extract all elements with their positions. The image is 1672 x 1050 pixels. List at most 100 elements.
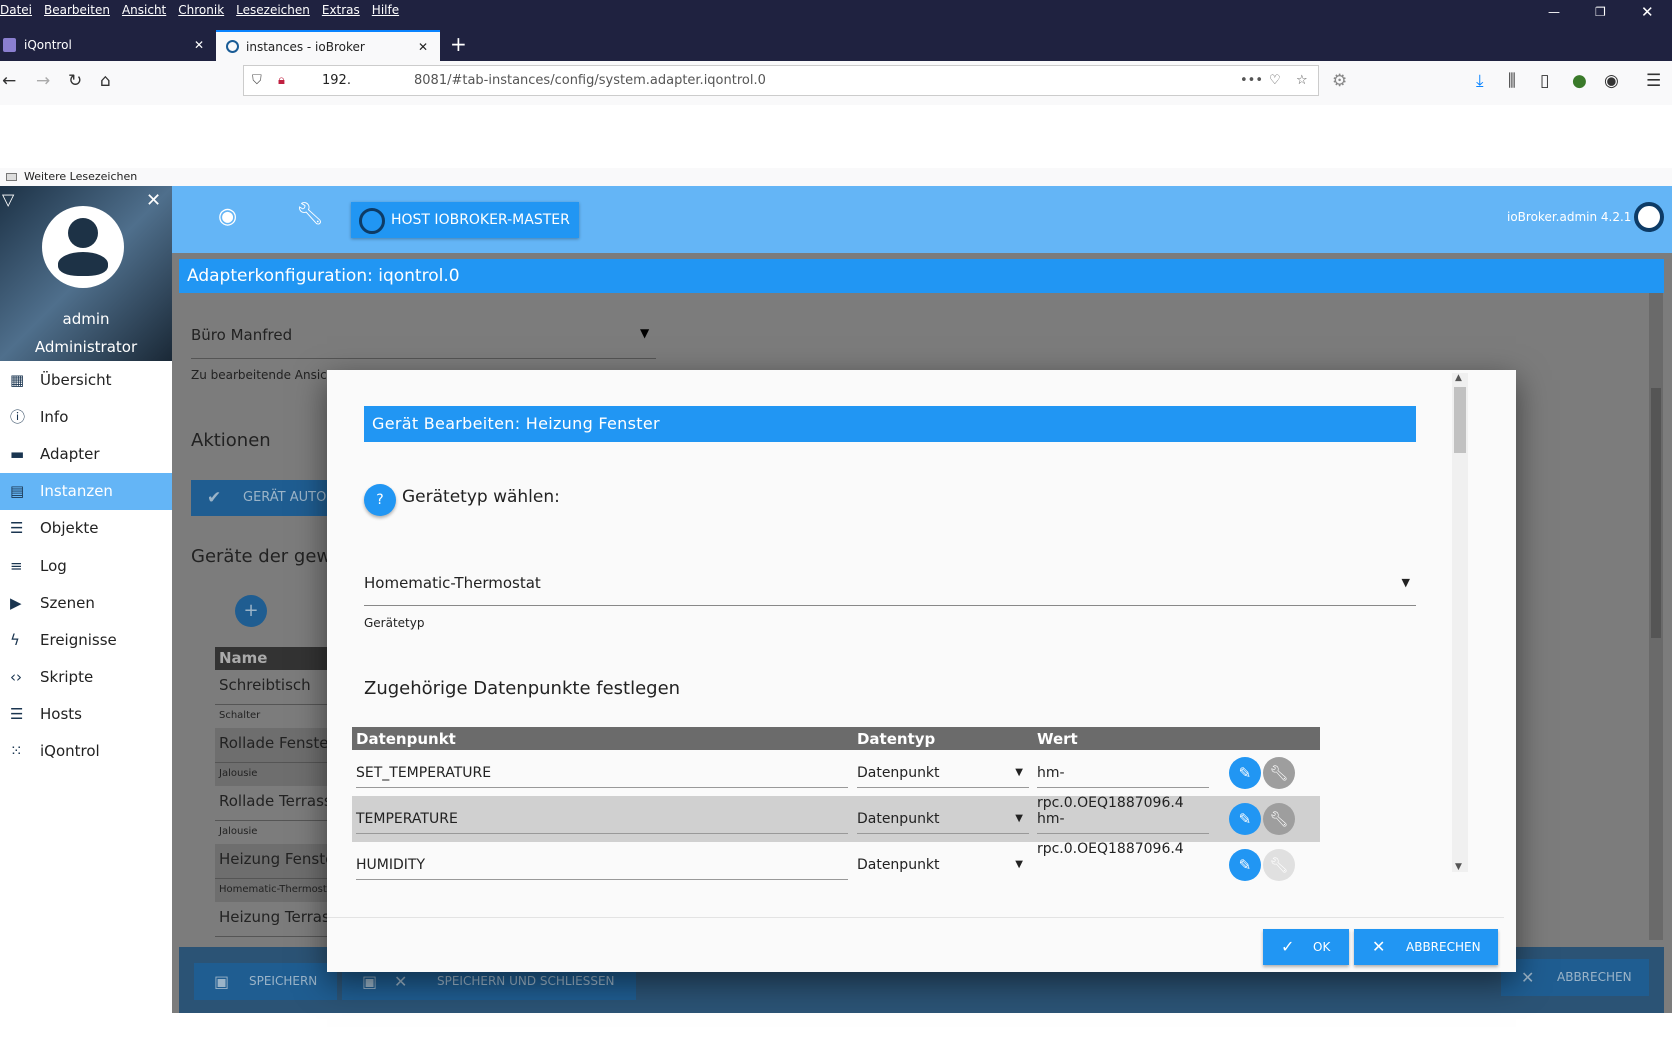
datatype-select[interactable]: Datenpunkt ▼ <box>856 758 1029 788</box>
shield-icon[interactable]: ⛉ <box>252 66 262 95</box>
ok-button[interactable]: ✓ OK <box>1263 929 1349 965</box>
close-icon: ✕ <box>1521 968 1535 987</box>
menu-datei[interactable]: Datei <box>0 0 32 20</box>
edit-pencil-icon[interactable]: ✎ <box>1228 757 1261 789</box>
insecure-lock-icon[interactable]: 🔒︎ <box>278 66 285 95</box>
scenes-icon: ▶ <box>10 593 22 612</box>
sidebar-item-hosts[interactable]: ☰ Hosts <box>0 696 172 733</box>
iobroker-logo-icon[interactable] <box>1634 202 1664 232</box>
cancel-button[interactable]: ✕ ABBRECHEN <box>1501 959 1649 996</box>
extension-icon[interactable]: ● <box>1572 71 1587 91</box>
version-label: ioBroker.admin 4.2.1 <box>1507 210 1632 224</box>
view-select[interactable]: Büro Manfred <box>191 326 292 344</box>
scroll-down-icon[interactable]: ▼ <box>1455 862 1462 872</box>
sidebar-icon[interactable]: ▯ <box>1540 71 1549 91</box>
value-field[interactable] <box>1037 850 1209 880</box>
edit-pencil-icon[interactable]: ✎ <box>1228 803 1261 835</box>
more-actions-icon[interactable]: ••• <box>1240 66 1263 95</box>
back-icon[interactable]: ← <box>2 71 16 91</box>
sidebar-item-label: Hosts <box>40 704 82 723</box>
datapoint-name-field[interactable]: HUMIDITY <box>356 850 848 880</box>
menu-extras[interactable]: Extras <box>322 0 360 20</box>
new-tab-icon[interactable]: + <box>450 32 467 56</box>
dialog-cancel-button[interactable]: ✕ ABBRECHEN <box>1354 929 1498 965</box>
help-icon[interactable]: ? <box>364 484 396 516</box>
sidebar-item-log[interactable]: ≡ Log <box>0 548 172 585</box>
tab-instances[interactable]: instances - ioBroker ✕ <box>216 30 440 61</box>
download-icon[interactable]: ⤓ <box>1476 71 1484 91</box>
datapoint-name-field[interactable]: SET_TEMPERATURE <box>356 758 848 788</box>
wrench-icon[interactable]: 🔧︎ <box>1262 849 1295 881</box>
menu-chronik[interactable]: Chronik <box>178 0 224 20</box>
scroll-up-icon[interactable]: ▲ <box>1455 373 1462 383</box>
user-profile: ▽ ✕ admin Administrator <box>0 186 172 361</box>
datatype-select[interactable]: Datenpunkt ▼ <box>857 850 1029 880</box>
sidebar-item-info[interactable]: ⓘ Info <box>0 399 172 436</box>
device-name: Rollade Terrasse <box>219 792 341 810</box>
tab-iqontrol[interactable]: iQontrol ✕ <box>0 30 216 61</box>
eye-icon[interactable]: ◉ <box>218 204 237 229</box>
home-icon[interactable]: ⌂ <box>100 71 111 91</box>
edit-pencil-icon[interactable]: ✎ <box>1228 849 1261 881</box>
hamburger-menu-icon[interactable]: ☰ <box>1646 71 1661 91</box>
close-sidebar-icon[interactable]: ✕ <box>146 190 161 211</box>
chevron-down-icon[interactable]: ▼ <box>640 326 649 340</box>
add-device-button[interactable]: + <box>235 595 267 627</box>
bookmark-star-icon[interactable]: ☆ <box>1296 66 1308 95</box>
url-bar[interactable]: ⛉ 🔒︎ 192. 8081/#tab-instances/config/sys… <box>243 65 1319 96</box>
device-type-label: Gerätetyp <box>364 616 425 630</box>
minimize-icon[interactable]: — <box>1548 2 1560 22</box>
sidebar-item-übersicht[interactable]: ▦ Übersicht <box>0 362 172 399</box>
sidebar-item-adapter[interactable]: ▬ Adapter <box>0 436 172 473</box>
device-row[interactable]: Heizung Fenste Homematic-Thermosta <box>215 844 335 902</box>
sidebar-item-iqontrol[interactable]: ⁙ iQontrol <box>0 733 172 770</box>
wrench-icon[interactable]: 🔧︎ <box>1262 803 1295 835</box>
tab-label: instances - ioBroker <box>246 40 365 54</box>
tab-label: iQontrol <box>24 38 72 52</box>
device-type-value: Homematic-Thermostat <box>364 574 541 592</box>
menu-lesezeichen[interactable]: Lesezeichen <box>236 0 310 20</box>
sidebar-item-szenen[interactable]: ▶ Szenen <box>0 585 172 622</box>
host-button[interactable]: HOST IOBROKER-MASTER <box>351 202 579 238</box>
close-window-icon[interactable]: ✕ <box>1641 2 1654 22</box>
account-icon[interactable]: ◉ <box>1604 71 1619 91</box>
menu-hilfe[interactable]: Hilfe <box>372 0 399 20</box>
bookmark-folder[interactable]: Weitere Lesezeichen <box>24 170 137 183</box>
library-icon[interactable]: ⫼ <box>1508 71 1516 91</box>
sidebar-item-objekte[interactable]: ☰ Objekte <box>0 510 172 547</box>
user-name: admin <box>62 310 110 328</box>
wrench-icon[interactable]: 🔧︎ <box>296 202 324 227</box>
close-tab-icon[interactable]: ✕ <box>418 32 428 63</box>
iobroker-favicon-icon <box>226 40 239 53</box>
list-icon: ☰ <box>10 519 24 538</box>
sidebar-item-ereignisse[interactable]: ϟ Ereignisse <box>0 622 172 659</box>
device-row[interactable]: Schreibtisch Schalter <box>215 670 335 728</box>
sidebar-item-instanzen[interactable]: ▤ Instanzen <box>0 473 172 511</box>
device-row[interactable]: Rollade Terrasse Jalousie <box>215 786 341 844</box>
reload-icon[interactable]: ↻ <box>68 71 82 91</box>
save-button[interactable]: ▣ SPEICHERN <box>194 963 337 1000</box>
datapoint-name-field[interactable]: TEMPERATURE <box>356 804 848 834</box>
forward-icon[interactable]: → <box>36 71 50 91</box>
menu-bearbeiten[interactable]: Bearbeiten <box>44 0 110 20</box>
settings-gear-icon[interactable]: ⚙ <box>1332 71 1347 91</box>
wrench-icon[interactable]: 🔧︎ <box>1262 757 1295 789</box>
close-tab-icon[interactable]: ✕ <box>194 30 204 61</box>
pocket-icon[interactable]: ♡ <box>1269 66 1281 95</box>
page-scrollbar[interactable] <box>1649 293 1663 940</box>
floppy-icon: ▣ <box>214 972 230 991</box>
device-auto-button[interactable]: ✔ GERÄT AUTO <box>191 480 341 516</box>
value-field[interactable]: hm-rpc.0.OEQ1887096.4 <box>1036 804 1209 857</box>
menu-ansicht[interactable]: Ansicht <box>122 0 166 20</box>
dialog-scrollbar[interactable]: ▲ ▼ <box>1452 373 1468 872</box>
device-type-select[interactable]: Homematic-Thermostat ▼ <box>364 570 1416 606</box>
adapter-config-title: Adapterkonfiguration: iqontrol.0 <box>179 259 1664 293</box>
col-actions <box>1212 727 1320 750</box>
sidebar-item-skripte[interactable]: ‹› Skripte <box>0 659 172 696</box>
device-row[interactable]: Rollade Fenster Jalousie <box>215 728 335 786</box>
device-name: Heizung Terrass <box>219 908 338 926</box>
value-field[interactable]: hm-rpc.0.OEQ1887096.4 <box>1036 758 1209 811</box>
datatype-select[interactable]: Datenpunkt ▼ <box>856 804 1029 834</box>
restore-icon[interactable]: ❐ <box>1595 2 1606 22</box>
collapse-triangle-icon[interactable]: ▽ <box>2 190 14 209</box>
